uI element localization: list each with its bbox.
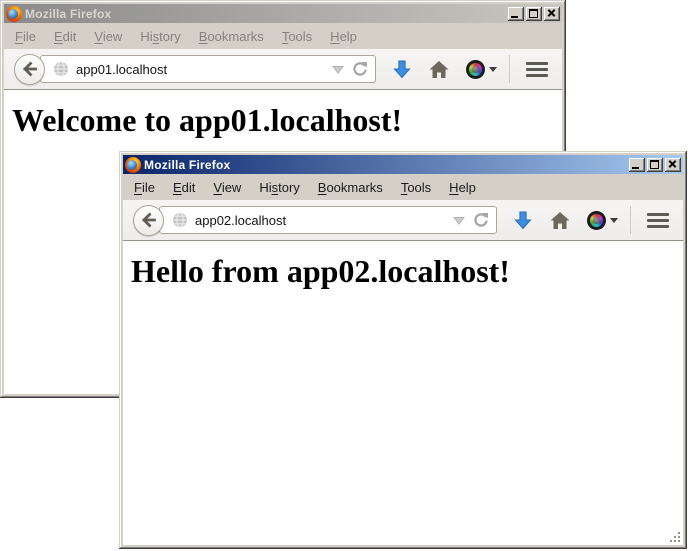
menu-file[interactable]: File: [125, 178, 164, 197]
download-icon: [513, 210, 533, 230]
maximize-button[interactable]: [647, 158, 663, 172]
globe-icon: [53, 61, 69, 77]
hamburger-menu-icon: [526, 62, 548, 65]
menu-help[interactable]: Help: [440, 178, 485, 197]
home-icon: [550, 211, 570, 230]
toolbar-separator: [630, 206, 631, 234]
menu-tools[interactable]: Tools: [273, 27, 321, 46]
url-bar[interactable]: app01.localhost: [40, 55, 376, 83]
toolbar-buttons: [513, 206, 673, 234]
download-button[interactable]: [392, 59, 412, 79]
menu-edit[interactable]: Edit: [164, 178, 204, 197]
minimize-button[interactable]: [508, 7, 524, 21]
back-icon: [22, 61, 38, 77]
close-icon: [544, 7, 560, 21]
minimize-button[interactable]: [629, 158, 645, 172]
hamburger-menu-icon: [647, 213, 669, 216]
addon-button[interactable]: [466, 60, 497, 79]
maximize-icon: [650, 160, 659, 169]
maximize-icon: [529, 9, 538, 18]
menu-help[interactable]: Help: [321, 27, 366, 46]
download-button[interactable]: [513, 210, 533, 230]
menu-view[interactable]: View: [204, 178, 250, 197]
addon-button[interactable]: [587, 211, 618, 230]
menu-file[interactable]: File: [6, 27, 45, 46]
home-button[interactable]: [550, 211, 570, 230]
url-text[interactable]: app02.localhost: [195, 213, 453, 228]
menu-history[interactable]: History: [131, 27, 189, 46]
minimize-icon: [511, 16, 518, 18]
back-button[interactable]: [133, 205, 164, 236]
toolbar-separator: [509, 55, 510, 83]
page-content: Hello from app02.localhost!: [123, 241, 683, 545]
lens-icon: [587, 211, 606, 230]
toolbar-buttons: [392, 55, 552, 83]
menu-bookmarks[interactable]: Bookmarks: [190, 27, 273, 46]
titlebar[interactable]: Mozilla Firefox: [4, 4, 562, 23]
page-heading: Welcome to app01.localhost!: [12, 103, 562, 139]
close-button[interactable]: [665, 158, 681, 172]
reload-icon[interactable]: [473, 212, 489, 228]
menu-view[interactable]: View: [85, 27, 131, 46]
window-title: Mozilla Firefox: [141, 158, 627, 172]
menu-bar: File Edit View History Bookmarks Tools H…: [4, 23, 562, 49]
navigation-toolbar: app01.localhost: [4, 49, 562, 90]
firefox-icon: [125, 157, 141, 173]
menu-bookmarks[interactable]: Bookmarks: [309, 178, 392, 197]
dropdown-caret-icon: [489, 67, 497, 72]
dropdown-caret-icon: [610, 218, 618, 223]
firefox-window-app02: Mozilla Firefox File Edit View History B…: [119, 151, 687, 549]
menu-edit[interactable]: Edit: [45, 27, 85, 46]
download-icon: [392, 59, 412, 79]
history-dropdown-icon[interactable]: [453, 216, 465, 225]
resize-grip[interactable]: [669, 531, 682, 544]
menu-tools[interactable]: Tools: [392, 178, 440, 197]
close-button[interactable]: [544, 7, 560, 21]
history-dropdown-icon[interactable]: [332, 65, 344, 74]
close-icon: [665, 158, 681, 172]
page-heading: Hello from app02.localhost!: [131, 254, 683, 290]
titlebar[interactable]: Mozilla Firefox: [123, 155, 683, 174]
url-bar[interactable]: app02.localhost: [159, 206, 497, 234]
globe-icon: [172, 212, 188, 228]
navigation-toolbar: app02.localhost: [123, 200, 683, 241]
lens-icon: [466, 60, 485, 79]
menu-history[interactable]: History: [250, 178, 308, 197]
reload-icon[interactable]: [352, 61, 368, 77]
url-text[interactable]: app01.localhost: [76, 62, 332, 77]
home-button[interactable]: [429, 60, 449, 79]
back-icon: [141, 212, 157, 228]
firefox-icon: [6, 6, 22, 22]
maximize-button[interactable]: [526, 7, 542, 21]
menu-bar: File Edit View History Bookmarks Tools H…: [123, 174, 683, 200]
home-icon: [429, 60, 449, 79]
minimize-icon: [632, 167, 639, 169]
window-title: Mozilla Firefox: [22, 7, 506, 21]
back-button[interactable]: [14, 54, 45, 85]
